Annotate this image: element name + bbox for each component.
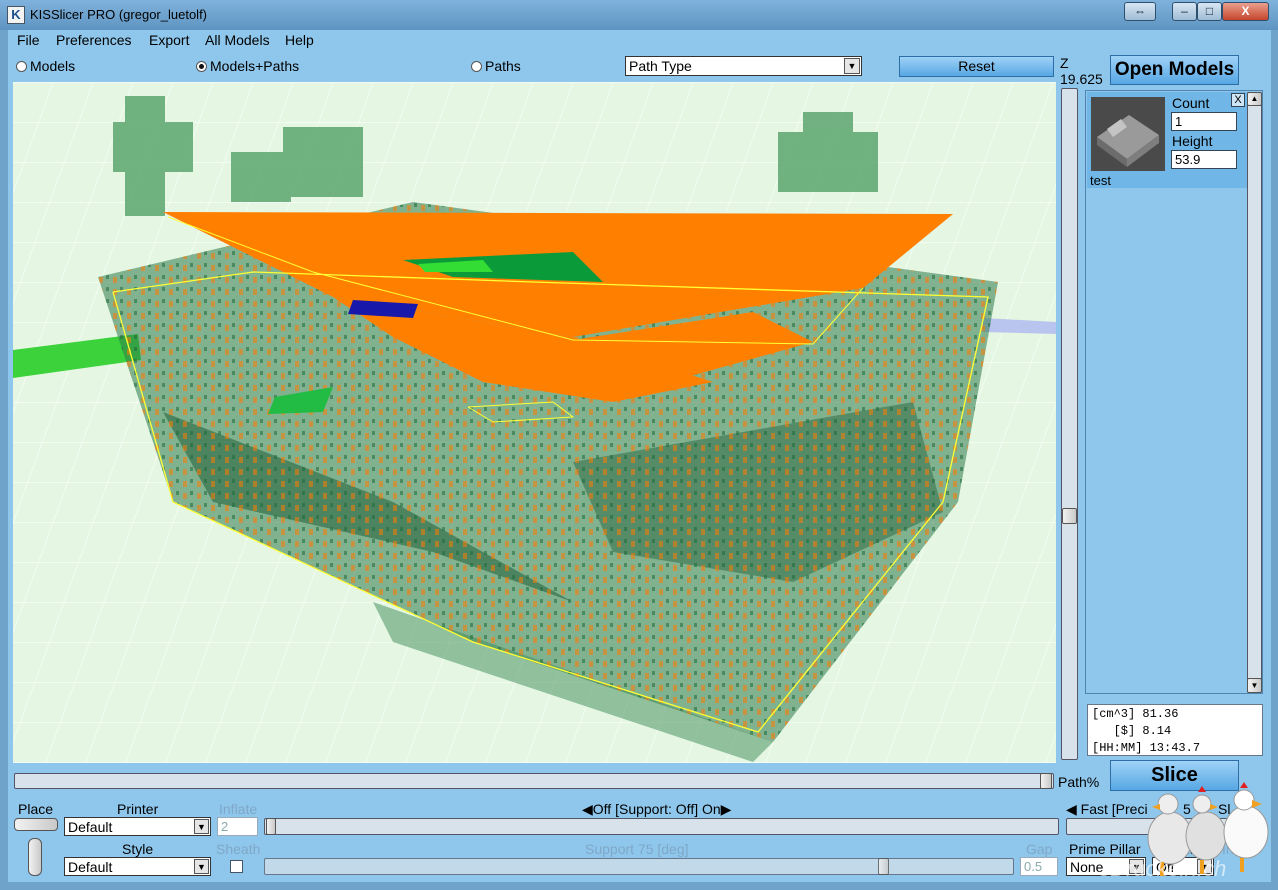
- model-list-scrollbar[interactable]: [1247, 92, 1262, 693]
- path-type-select[interactable]: Path Type ▼: [625, 56, 862, 76]
- model-thumbnail-image: [1097, 115, 1159, 167]
- printer-value: Default: [68, 819, 113, 835]
- z-value: 19.625: [1060, 71, 1103, 87]
- style-label: Style: [122, 841, 154, 857]
- reset-button[interactable]: Reset: [899, 56, 1054, 77]
- place-button[interactable]: [14, 818, 58, 831]
- prime-pillar-label: Prime Pillar: [1069, 841, 1141, 857]
- resize-icon[interactable]: ⇔: [1124, 2, 1156, 21]
- support-toggle[interactable]: ◀Off [Support: Off] On▶: [582, 801, 731, 818]
- left-arrow-icon[interactable]: ◀: [1066, 801, 1077, 817]
- radio-paths[interactable]: Paths: [471, 58, 521, 74]
- style-toggle-button[interactable]: [28, 838, 42, 876]
- window-title: KISSlicer PRO (gregor_luetolf): [30, 7, 208, 22]
- left-arrow-icon[interactable]: ◀: [582, 801, 593, 817]
- printer-label: Printer: [117, 801, 159, 817]
- gap-label: Gap: [1026, 841, 1053, 857]
- radio-models-dot[interactable]: [16, 60, 27, 72]
- count-label: Count: [1172, 95, 1210, 111]
- radio-models[interactable]: Models: [16, 58, 75, 74]
- radio-models-paths-dot[interactable]: [196, 60, 207, 72]
- sheath-label: Sheath: [216, 841, 261, 857]
- menu-preferences[interactable]: Preferences: [56, 32, 131, 48]
- remove-model-close-icon[interactable]: X: [1231, 93, 1245, 107]
- 3d-viewport[interactable]: [13, 82, 1056, 763]
- printer-select[interactable]: Default ▼: [64, 817, 211, 836]
- radio-paths-label: Paths: [485, 58, 521, 74]
- menu-export[interactable]: Export: [149, 32, 189, 48]
- support-angle-slider-track[interactable]: [264, 858, 1014, 875]
- close-icon[interactable]: X: [1222, 2, 1269, 21]
- path-percent-slider-track[interactable]: [14, 773, 1054, 789]
- minimize-icon[interactable]: –: [1172, 2, 1197, 21]
- height-input[interactable]: 53.9: [1171, 150, 1237, 169]
- right-arrow-icon[interactable]: ▶: [721, 801, 732, 817]
- support-angle-slider-thumb[interactable]: [878, 858, 889, 875]
- radio-models-paths[interactable]: Models+Paths: [196, 58, 299, 74]
- z-slider-thumb[interactable]: [1062, 508, 1077, 524]
- height-label: Height: [1172, 133, 1213, 149]
- place-label: Place: [18, 801, 54, 817]
- support-angle-label: Support 75 [deg]: [585, 841, 689, 857]
- menu-help[interactable]: Help: [285, 32, 314, 48]
- menu-all-models[interactable]: All Models: [205, 32, 270, 48]
- inflate-input[interactable]: 2: [217, 817, 258, 836]
- radio-models-label: Models: [30, 58, 76, 74]
- app-icon: K: [7, 6, 25, 24]
- model-name: test: [1090, 173, 1111, 188]
- count-input[interactable]: 1: [1171, 112, 1237, 131]
- precision-text: Fast [Preci: [1080, 801, 1148, 817]
- path-percent-slider-thumb[interactable]: [1040, 773, 1052, 789]
- sheath-checkbox[interactable]: [230, 860, 243, 873]
- dropdown-arrow-icon[interactable]: ▼: [194, 819, 209, 834]
- z-slider-track[interactable]: [1061, 88, 1078, 760]
- support-toggle-label: Off [Support: Off] On: [592, 801, 721, 817]
- inflate-label: Inflate: [219, 801, 258, 817]
- precision-label: ◀ Fast [Preci: [1066, 801, 1148, 818]
- model-thumbnail: [1091, 97, 1165, 171]
- maximize-icon[interactable]: □: [1197, 2, 1222, 21]
- style-select[interactable]: Default ▼: [64, 857, 211, 876]
- scroll-down-icon[interactable]: ▼: [1247, 678, 1262, 693]
- stat-cost: [$] 8.14: [1092, 724, 1172, 738]
- watermark: 3Druckeln.ch: [1098, 856, 1227, 881]
- dropdown-arrow-icon[interactable]: ▼: [844, 58, 860, 74]
- scroll-up-icon[interactable]: ▲: [1247, 92, 1262, 106]
- print-stats: [cm^3] 81.36 [$] 8.14 [HH:MM] 13:43.7: [1087, 704, 1263, 756]
- support-slider-thumb[interactable]: [266, 818, 276, 835]
- z-label: Z: [1060, 55, 1069, 71]
- open-models-button[interactable]: Open Models: [1110, 55, 1239, 85]
- radio-paths-dot[interactable]: [471, 60, 482, 72]
- menu-file[interactable]: File: [17, 32, 40, 48]
- stat-time: [HH:MM] 13:43.7: [1092, 741, 1201, 755]
- dropdown-arrow-icon[interactable]: ▼: [194, 859, 209, 874]
- radio-models-paths-label: Models+Paths: [210, 58, 300, 74]
- style-value: Default: [68, 859, 113, 875]
- stat-volume: [cm^3] 81.36: [1092, 707, 1179, 721]
- path-type-value: Path Type: [629, 58, 692, 74]
- gap-input[interactable]: 0.5: [1020, 857, 1058, 876]
- support-slider-track[interactable]: [264, 818, 1059, 835]
- path-percent-label: Path%: [1058, 774, 1100, 790]
- viewport-scene: [13, 82, 1056, 763]
